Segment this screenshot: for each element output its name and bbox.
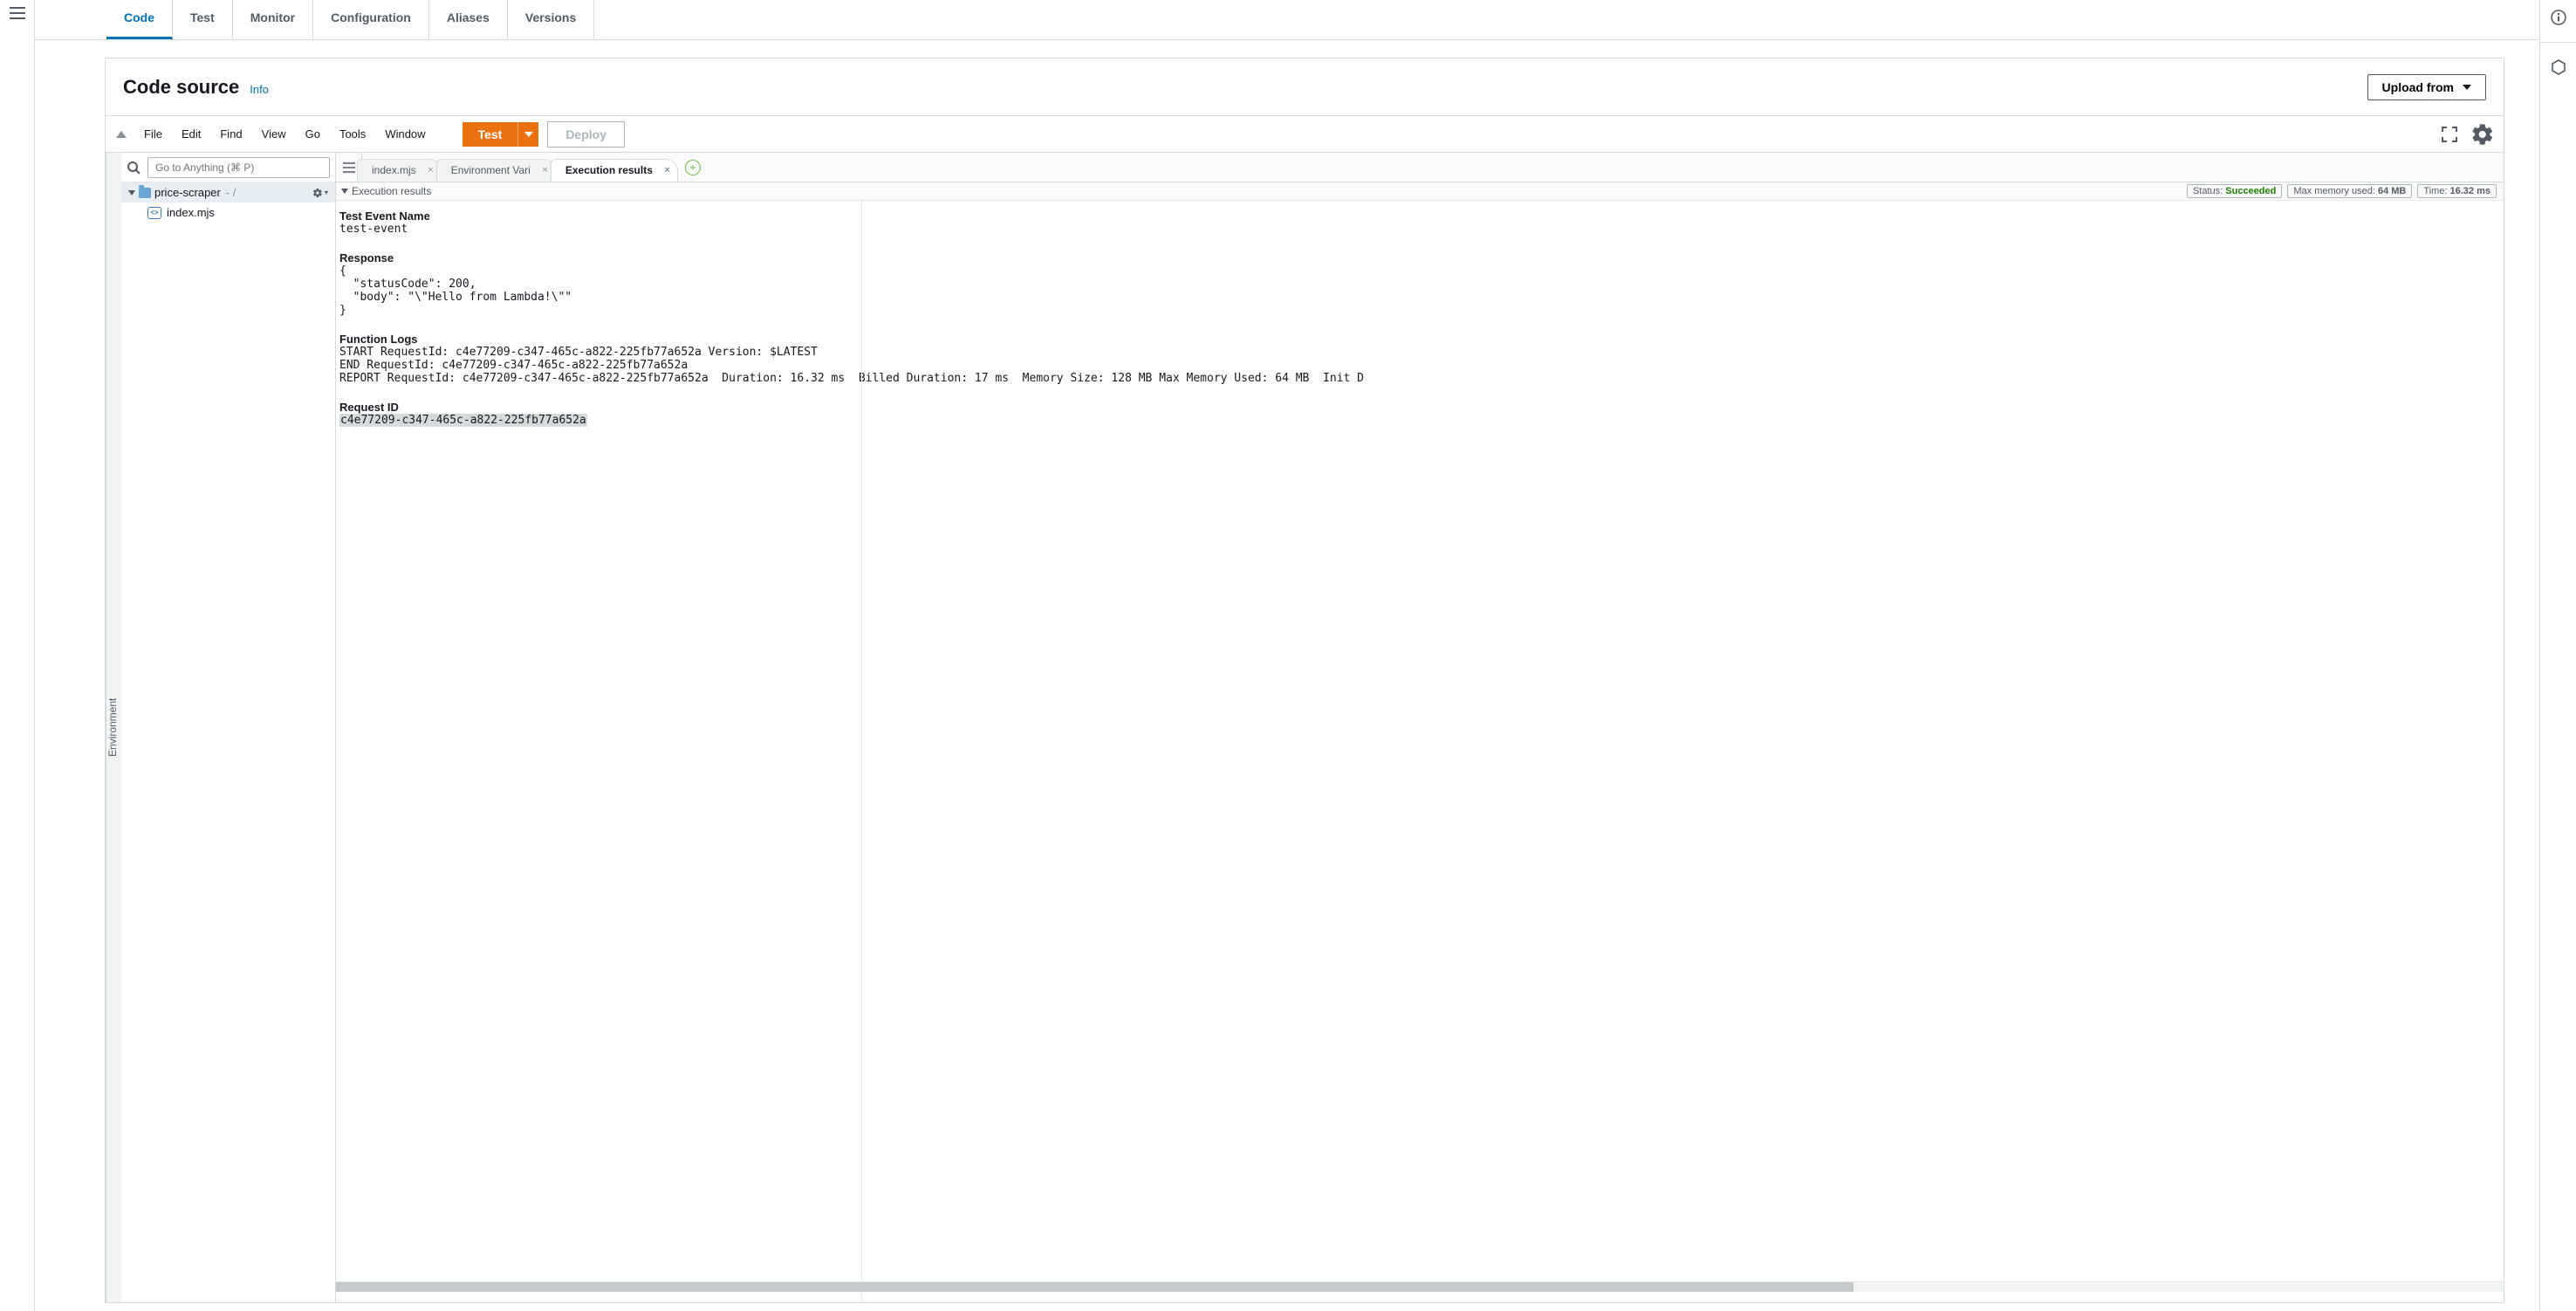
file-name: index.mjs	[167, 206, 215, 219]
caret-down-icon	[524, 132, 533, 137]
tab-monitor[interactable]: Monitor	[233, 0, 313, 39]
goto-anything-input[interactable]	[147, 157, 330, 178]
environment-panel-label[interactable]: Environment	[106, 153, 121, 1302]
status-badge: Status: Succeeded	[2187, 184, 2282, 198]
card-title: Code source	[123, 76, 239, 99]
response-label: Response	[339, 251, 2504, 264]
tab-code[interactable]: Code	[106, 0, 173, 39]
hamburger-icon[interactable]	[10, 7, 25, 19]
upload-from-label: Upload from	[2382, 80, 2454, 94]
close-icon[interactable]: ×	[664, 165, 669, 175]
response-body: { "statusCode": 200, "body": "\"Hello fr…	[339, 264, 2504, 317]
request-id-label: Request ID	[339, 401, 2504, 414]
function-logs-body: START RequestId: c4e77209-c347-465c-a822…	[339, 346, 2504, 385]
search-icon[interactable]	[127, 161, 140, 175]
info-icon[interactable]	[2550, 9, 2567, 26]
request-id-value: c4e77209-c347-465c-a822-225fb77a652a	[339, 414, 2504, 427]
root-folder-suffix: - /	[226, 186, 236, 199]
file-tree-item[interactable]: <> index.mjs	[121, 202, 335, 223]
column-guide	[861, 201, 862, 1302]
editor-tab-index[interactable]: index.mjs ×	[357, 159, 442, 182]
right-rail	[2539, 0, 2576, 1311]
execution-results-label: Execution results	[352, 185, 431, 197]
caret-down-icon	[2463, 85, 2471, 90]
collapse-menu-icon[interactable]	[116, 131, 127, 138]
js-file-icon: <>	[147, 207, 161, 219]
function-logs-label: Function Logs	[339, 333, 2504, 346]
code-source-card: Code source Info Upload from File Edit F…	[105, 58, 2504, 1303]
fullscreen-icon[interactable]	[2441, 126, 2458, 143]
upload-from-button[interactable]: Upload from	[2367, 74, 2486, 100]
left-rail	[0, 0, 35, 1311]
new-tab-button[interactable]: +	[685, 160, 701, 175]
menu-file[interactable]: File	[135, 122, 171, 146]
menu-window[interactable]: Window	[376, 122, 434, 146]
file-tree: price-scraper - / ▾ <> index.mjs	[121, 153, 336, 1302]
editor-tab-envvars[interactable]: Environment Vari ×	[436, 159, 556, 182]
hexagon-icon[interactable]	[2550, 58, 2567, 76]
tab-configuration[interactable]: Configuration	[313, 0, 429, 39]
menu-find[interactable]: Find	[211, 122, 250, 146]
tab-aliases[interactable]: Aliases	[429, 0, 508, 39]
test-event-name-value: test-event	[339, 223, 2504, 236]
tab-versions[interactable]: Versions	[508, 0, 594, 39]
function-nav-tabs: Code Test Monitor Configuration Aliases …	[35, 0, 2539, 40]
tab-label: Environment Vari	[451, 164, 531, 176]
menu-edit[interactable]: Edit	[173, 122, 209, 146]
results-body: Test Event Name test-event Response { "s…	[336, 201, 2504, 1302]
test-button[interactable]: Test	[462, 122, 518, 147]
tab-label: index.mjs	[372, 164, 416, 176]
horizontal-scrollbar[interactable]	[336, 1281, 2504, 1292]
tab-label: Execution results	[565, 164, 653, 176]
deploy-button: Deploy	[547, 121, 625, 148]
test-button-dropdown[interactable]	[517, 122, 538, 147]
tree-settings-icon[interactable]: ▾	[312, 188, 328, 198]
chevron-down-icon[interactable]	[341, 189, 348, 194]
info-link[interactable]: Info	[250, 83, 269, 96]
editor-tab-bar: index.mjs × Environment Vari × Execution…	[336, 153, 2504, 182]
results-header: Execution results Status: Succeeded Max …	[336, 182, 2504, 201]
menu-go[interactable]: Go	[297, 122, 329, 146]
close-icon[interactable]: ×	[542, 165, 547, 175]
close-icon[interactable]: ×	[428, 165, 433, 175]
file-tree-root[interactable]: price-scraper - / ▾	[121, 182, 335, 202]
gear-icon[interactable]	[2470, 122, 2495, 147]
chevron-down-icon	[128, 190, 135, 196]
time-badge: Time: 16.32 ms	[2417, 184, 2497, 198]
memory-badge: Max memory used: 64 MB	[2287, 184, 2412, 198]
folder-icon	[139, 188, 151, 198]
menu-view[interactable]: View	[253, 122, 295, 146]
root-folder-name: price-scraper	[154, 186, 221, 199]
editor-tab-execution-results[interactable]: Execution results ×	[551, 159, 678, 182]
tab-test[interactable]: Test	[173, 0, 233, 39]
menu-tools[interactable]: Tools	[331, 122, 374, 146]
test-event-name-label: Test Event Name	[339, 209, 2504, 223]
